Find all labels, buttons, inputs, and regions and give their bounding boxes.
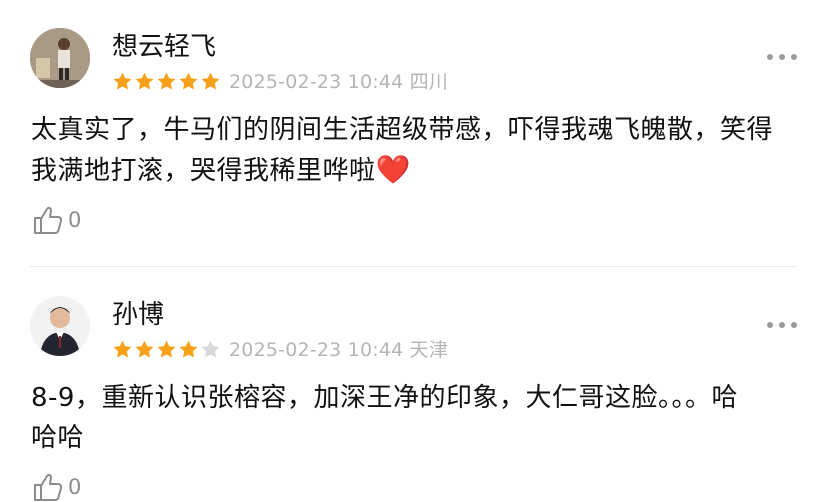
like-count: 0 [68,475,82,499]
star-filled-icon [113,72,132,90]
review-content: 8-9，重新认识张榕容，加深王净的印象，大仁哥这脸。。。哈哈哈 [31,378,751,458]
review-date: 2025-02-23 10:44 [229,71,404,93]
review-date: 2025-02-23 10:44 [229,339,404,361]
review-location: 四川 [409,71,449,93]
thumbs-up-icon [34,473,63,501]
star-filled-icon [179,72,198,90]
more-dots-icon[interactable] [767,52,797,62]
rating-stars [112,339,221,360]
star-filled-icon [157,340,176,358]
thumbs-up-icon [34,206,63,234]
more-dots-icon[interactable] [767,320,797,330]
review-location: 天津 [409,339,449,361]
like-count: 0 [68,208,82,232]
star-filled-icon [113,340,132,358]
star-empty-icon [201,340,220,358]
review-meta: 2025-02-23 10:44 天津 [229,338,448,362]
avatar[interactable] [30,296,90,356]
like-button[interactable]: 0 [32,205,81,235]
heart-emoji: ❤️ [375,153,411,186]
review-text: 8-9，重新认识张榕容，加深王净的印象，大仁哥这脸。。。哈哈哈 [31,383,738,453]
star-filled-icon [201,72,220,90]
like-button[interactable]: 0 [32,472,81,502]
divider [30,266,797,267]
avatar[interactable] [30,28,90,88]
star-filled-icon [135,72,154,90]
review-content: 太真实了，牛马们的阴间生活超级带感，吓得我魂飞魄散，笑得我满地打滚，哭得我稀里哗… [31,110,791,191]
rating-stars [112,71,221,92]
star-filled-icon [157,72,176,90]
review-meta: 2025-02-23 10:44 四川 [229,70,448,94]
username[interactable]: 孙博 [112,300,164,330]
username[interactable]: 想云轻飞 [112,32,216,62]
star-filled-icon [179,340,198,358]
star-filled-icon [135,340,154,358]
